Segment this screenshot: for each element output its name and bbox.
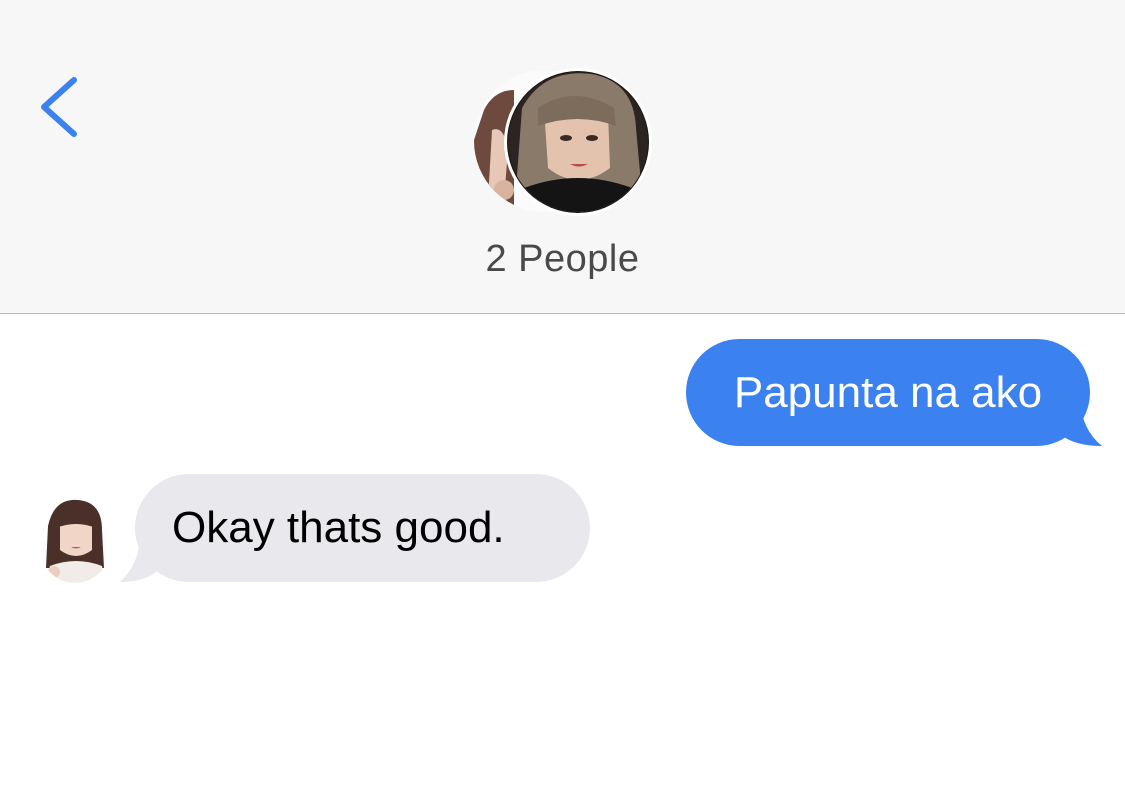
- conversation-header: 2 People: [0, 0, 1125, 314]
- incoming-message-bubble[interactable]: Okay thats good.: [135, 474, 590, 582]
- group-title[interactable]: 2 People: [0, 238, 1125, 281]
- sender-avatar[interactable]: [36, 496, 114, 584]
- outgoing-bubble-tail: [1060, 400, 1102, 446]
- group-avatar-stack[interactable]: [470, 66, 660, 221]
- group-avatar-primary: [504, 68, 652, 216]
- outgoing-message-bubble[interactable]: Papunta na ako: [686, 339, 1090, 446]
- chevron-left-icon: [41, 77, 77, 137]
- back-button[interactable]: [30, 70, 90, 140]
